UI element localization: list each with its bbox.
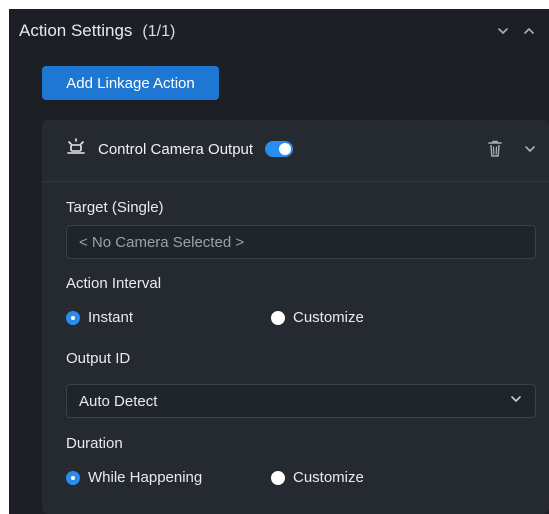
output-id-label: Output ID <box>66 350 131 367</box>
target-camera-input[interactable] <box>67 226 535 258</box>
section-title: Action Settings <box>19 21 133 40</box>
duration-while-happening-label: While Happening <box>88 469 203 486</box>
duration-radio-group: While Happening Customize <box>66 469 536 486</box>
action-interval-instant-option[interactable]: Instant <box>66 309 271 326</box>
trash-icon[interactable] <box>487 140 503 163</box>
toggle-knob <box>279 143 292 155</box>
linkage-action-card-header: Control Camera Output <box>42 120 549 182</box>
camera-output-icon-svg <box>67 138 85 154</box>
action-enabled-toggle[interactable] <box>265 141 294 157</box>
chevron-up-icon-svg <box>524 28 534 34</box>
radio-unselected-icon <box>271 310 285 325</box>
chevron-down-icon-svg <box>498 28 508 34</box>
section-count: (1/1) <box>142 23 176 40</box>
radio-selected-icon <box>66 470 80 485</box>
camera-output-icon <box>66 138 86 160</box>
target-label: Target (Single) <box>66 199 164 216</box>
duration-customize-label: Customize <box>293 469 364 486</box>
action-interval-customize-option[interactable]: Customize <box>271 309 364 326</box>
duration-label: Duration <box>66 435 123 452</box>
action-settings-panel: Action Settings (1/1) Add Linkage Action <box>9 9 549 514</box>
chevron-down-icon[interactable] <box>523 142 537 161</box>
action-interval-label: Action Interval <box>66 275 162 292</box>
linkage-action-card-controls <box>487 140 537 163</box>
target-camera-field[interactable] <box>66 225 536 259</box>
chevron-down-icon-svg <box>525 146 535 152</box>
duration-customize-option[interactable]: Customize <box>271 469 364 486</box>
linkage-action-card: Control Camera Output Target (Single) < … <box>42 120 549 514</box>
action-interval-radio-group: Instant Customize <box>66 309 536 326</box>
duration-while-happening-option[interactable]: While Happening <box>66 469 271 486</box>
chevron-up-icon[interactable] <box>523 25 535 37</box>
output-id-value: Auto Detect <box>79 392 158 410</box>
radio-selected-icon <box>66 310 80 325</box>
radio-unselected-icon <box>271 470 285 485</box>
output-id-select[interactable]: Auto Detect <box>66 384 536 418</box>
chevron-down-icon[interactable] <box>497 25 509 37</box>
linkage-action-title: Control Camera Output <box>98 140 254 158</box>
chevron-down-icon <box>509 392 523 411</box>
action-interval-customize-label: Customize <box>293 309 364 326</box>
section-controls <box>497 25 539 37</box>
section-header[interactable]: Action Settings (1/1) <box>9 9 549 53</box>
linkage-action-title-group: Control Camera Output <box>66 138 294 160</box>
trash-icon-svg <box>488 140 502 157</box>
action-interval-instant-label: Instant <box>88 309 134 326</box>
add-linkage-action-button[interactable]: Add Linkage Action <box>42 66 219 100</box>
chevron-down-icon-svg <box>511 395 521 402</box>
section-title-group: Action Settings (1/1) <box>19 21 175 41</box>
